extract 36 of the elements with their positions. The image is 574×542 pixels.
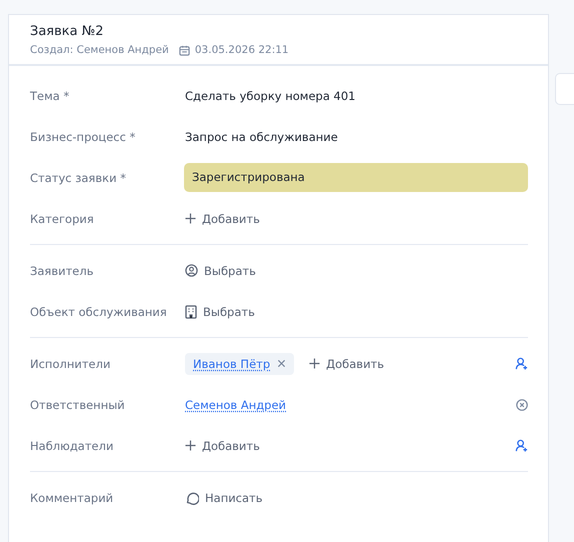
author-text: Создал: Семенов Андрей [30,44,169,56]
field-label: Категория [30,212,95,226]
add-button[interactable]: Добавить [185,212,260,226]
field-label: Наблюдатели [30,438,114,452]
field-label: Бизнес-процесс * [30,130,136,144]
add-button[interactable]: Добавить [309,356,384,370]
request-title: Заявка №2 [30,24,105,39]
field-label: Тема * [30,88,70,102]
user-circle-icon [185,264,198,277]
calendar-icon [178,44,190,56]
field-value: Сделать уборку номера 401 [185,88,356,102]
field-label: Исполнители [30,356,112,370]
status-field[interactable]: Зарегистрирована [184,163,528,192]
assignee-link[interactable]: Иванов Пётр [193,356,270,370]
field-label: Комментарий [30,490,114,504]
clear-icon[interactable] [516,398,528,410]
add-button[interactable]: Добавить [185,438,260,452]
side-field[interactable] [555,73,574,105]
field-label: Заявитель [30,264,94,278]
plus-icon [185,213,196,224]
building-icon [185,304,197,318]
speech-bubble-icon [185,490,199,504]
remove-icon[interactable] [277,359,286,368]
field-value: Запрос на обслуживание [185,130,338,144]
field-label: Ответственный [30,398,126,412]
field-label: Объект обслуживания [30,304,168,318]
select-button[interactable]: Выбрать [185,304,255,318]
responsible-link[interactable]: Семенов Андрей [185,398,286,412]
plus-icon [309,358,320,369]
write-comment-button[interactable]: Написать [185,490,263,504]
created-date: 03.05.2026 22:11 [194,44,289,56]
select-button[interactable]: Выбрать [185,264,256,278]
add-user-icon[interactable] [515,439,528,452]
plus-icon [185,440,196,451]
field-label: Статус заявки * [30,170,127,184]
add-user-icon[interactable] [515,357,528,370]
